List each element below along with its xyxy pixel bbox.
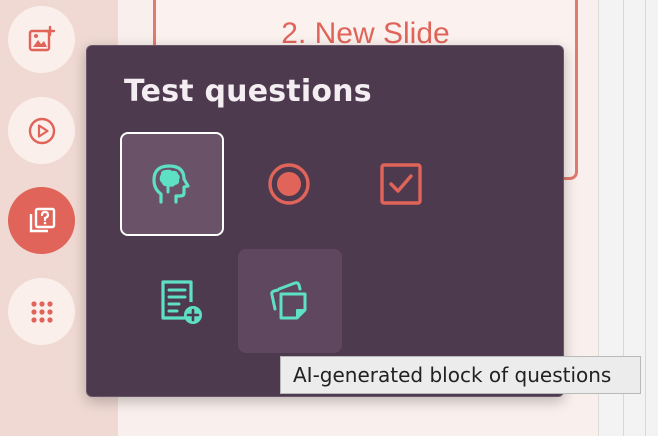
ai-question-button[interactable] — [120, 132, 224, 236]
more-apps-button[interactable] — [8, 278, 75, 345]
ai-head-icon — [152, 164, 190, 204]
stacked-cards-icon — [270, 281, 307, 320]
tooltip: AI-generated block of questions — [280, 356, 641, 394]
document-add-icon — [161, 280, 202, 324]
radio-icon — [268, 163, 310, 205]
play-icon — [28, 117, 55, 144]
single-choice-button[interactable] — [237, 132, 341, 236]
grid-dots-icon — [30, 300, 53, 323]
play-button[interactable] — [8, 97, 75, 164]
ai-block-questions-button[interactable] — [238, 249, 342, 353]
test-questions-popup: Test questions — [86, 45, 564, 397]
add-image-button[interactable] — [8, 6, 75, 73]
quiz-icon — [29, 207, 55, 232]
multiple-choice-button[interactable] — [349, 132, 453, 236]
popup-title: Test questions — [124, 74, 372, 109]
quiz-button[interactable] — [8, 187, 75, 254]
open-question-button[interactable] — [129, 250, 233, 354]
checkbox-icon — [380, 163, 422, 205]
add-image-icon — [28, 25, 55, 51]
